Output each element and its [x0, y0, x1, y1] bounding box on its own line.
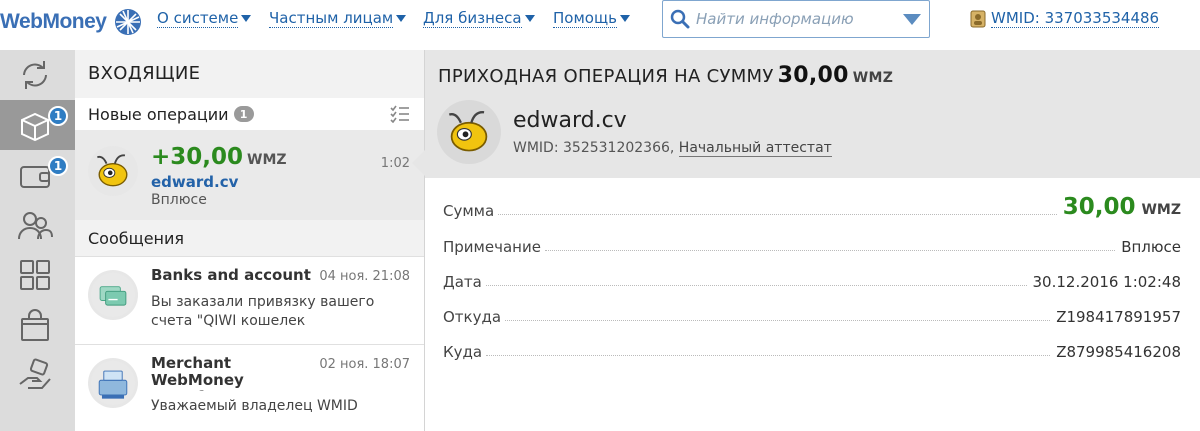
refresh-icon: [23, 61, 47, 89]
new-operations-count: 1: [233, 106, 254, 122]
hand-money-icon: [19, 358, 51, 389]
message-date: 04 ноя. 21:08: [317, 269, 410, 284]
message-date: 02 ноя. 18:07: [317, 357, 410, 372]
rail-shop[interactable]: [0, 300, 75, 350]
inbox-title: ВХОДЯЩИЕ: [88, 63, 201, 84]
chevron-down-icon: [396, 15, 407, 22]
globe-icon: [115, 9, 142, 35]
operation-amount: +30,00 WMZ: [151, 144, 287, 170]
avatar: [88, 146, 138, 196]
avatar: [88, 358, 138, 408]
messages-label: Сообщения: [88, 228, 185, 248]
top-bar: WebMoney О системе Частным лицам Для биз…: [0, 0, 1200, 50]
rail-wallet[interactable]: 1: [0, 150, 75, 200]
detail-header: ПРИХОДНАЯ ОПЕРАЦИЯ НА СУММУ 30,00 WMZ edwa…: [425, 50, 1200, 178]
contacts-icon: [18, 212, 53, 240]
rail-credit[interactable]: [0, 350, 75, 400]
cash-register-icon: [90, 360, 136, 406]
operation-time: 1:02: [380, 156, 410, 171]
rail-services[interactable]: [0, 250, 75, 300]
search-icon[interactable]: [670, 9, 690, 29]
attestat-link[interactable]: Начальный аттестат: [678, 140, 832, 157]
detail-row-date: Дата 30.12.2016 1:02:48: [443, 273, 1181, 291]
nav-private[interactable]: Частным лицам: [269, 9, 407, 28]
side-rail: 1 1: [0, 50, 75, 431]
inbox-panel: ВХОДЯЩИЕ Новые операции 1 +30,00 WMZ 1:02…: [75, 50, 425, 431]
detail-amount-value: 30,00 WMZ: [1062, 194, 1181, 220]
detail-row-note: Примечание Вплюсе: [443, 238, 1181, 256]
counterparty-info: WMID: 352531202366, Начальный аттестат: [513, 140, 832, 157]
rail-contacts[interactable]: [0, 200, 75, 250]
operations-badge: 1: [48, 106, 68, 126]
counterparty-name: edward.cv: [513, 108, 627, 133]
detail-row-amount: Сумма 30,00 WMZ: [443, 194, 1181, 220]
chevron-down-icon: [619, 15, 630, 22]
rail-operations[interactable]: 1: [0, 100, 75, 150]
wallet-badge: 1: [48, 156, 68, 176]
nav-about[interactable]: О системе: [157, 9, 252, 28]
avatar: [88, 270, 138, 320]
wmid-link[interactable]: WMID: 337033534486: [970, 9, 1160, 28]
ant-avatar-icon: [448, 111, 488, 152]
message-item[interactable]: Banks and account 04 ноя. 21:08 Вы заказ…: [75, 256, 424, 344]
message-preview: Уважаемый владелец WMID: [151, 398, 358, 414]
message-title: Merchant WebMoney Transfer: [151, 355, 244, 391]
operation-item[interactable]: +30,00 WMZ 1:02 edward.cv Вплюсе: [75, 130, 424, 220]
avatar: [437, 100, 501, 164]
detail-row-from: Откуда Z198417891957: [443, 308, 1181, 326]
message-title: Banks and account: [151, 267, 311, 284]
search-dropdown-icon[interactable]: [903, 13, 921, 25]
messages-header: Сообщения: [75, 222, 424, 254]
operation-details: Сумма 30,00 WMZ Примечание Вплюсе Дата 30…: [425, 178, 1200, 431]
operation-note: Вплюсе: [151, 192, 207, 208]
bank-card-icon: [90, 272, 136, 318]
services-grid-icon: [20, 260, 50, 290]
message-preview: Вы заказали привязку вашего счета "QIWI …: [151, 294, 375, 329]
detail-title: ПРИХОДНАЯ ОПЕРАЦИЯ НА СУММУ 30,00 WMZ: [438, 63, 894, 88]
rail-refresh[interactable]: [0, 50, 75, 100]
message-item[interactable]: Merchant WebMoney Transfer 02 ноя. 18:07…: [75, 344, 424, 431]
selection-pointer: [412, 150, 425, 176]
nav-business[interactable]: Для бизнеса: [423, 9, 535, 28]
logo-text: WebMoney: [0, 10, 107, 33]
webmoney-logo[interactable]: WebMoney: [0, 4, 142, 40]
detail-row-to: Куда Z879985416208: [443, 343, 1181, 361]
new-operations-header: Новые операции 1: [75, 98, 424, 130]
nav-help[interactable]: Помощь: [553, 9, 630, 28]
shopping-bag-icon: [21, 309, 49, 341]
search-box: [662, 0, 930, 38]
operation-sender: edward.cv: [151, 173, 239, 191]
user-passport-icon: [970, 10, 986, 27]
ant-avatar-icon: [97, 154, 128, 187]
chevron-down-icon: [241, 15, 252, 22]
search-input[interactable]: [696, 10, 903, 28]
chevron-down-icon: [524, 15, 535, 22]
new-operations-label: Новые операции: [88, 104, 229, 124]
mark-read-icon[interactable]: [390, 105, 410, 123]
